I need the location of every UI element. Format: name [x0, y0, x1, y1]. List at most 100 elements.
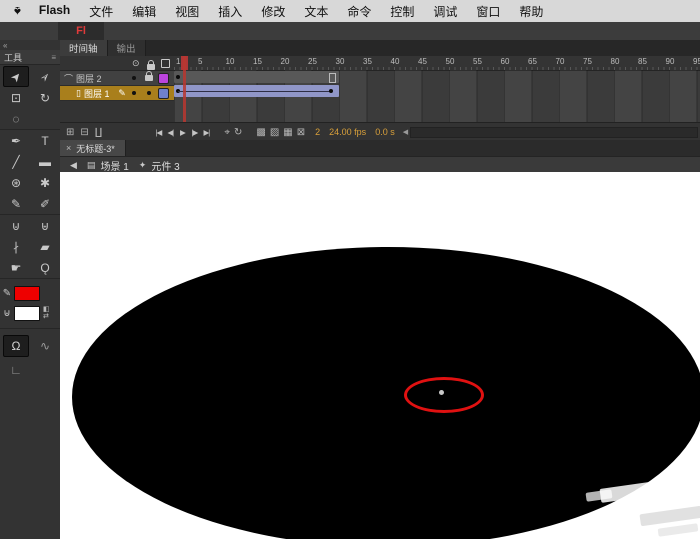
layer-row-图层 1[interactable]: ▯ 图层 1 ✎ [60, 86, 174, 101]
3d-rotation-tool[interactable]: ↻ [32, 87, 58, 108]
panel-menu-icon[interactable]: ≡ [51, 53, 56, 62]
menu-item-视图[interactable]: 视图 [175, 3, 199, 20]
play-button[interactable]: ▶ [176, 128, 188, 137]
smooth-option[interactable]: ∿ [32, 335, 58, 357]
spray-brush-tool[interactable]: ⊛ [3, 172, 29, 193]
layer-name[interactable]: 图层 2 [76, 72, 102, 85]
apple-icon[interactable]: ♠ [14, 4, 21, 19]
frame-counters: 2 24.00 fps 0.0 s [315, 127, 395, 137]
pen-tool[interactable]: ✒ [3, 130, 29, 151]
ink-bottle-tool[interactable]: ⊍ [3, 215, 29, 236]
ruler-frame-label: 10 [225, 57, 235, 66]
breadcrumb-scene[interactable]: 场景 1 [100, 158, 128, 173]
onion-skin-button[interactable]: ▩ [256, 127, 265, 138]
straighten-option[interactable]: ∟ [3, 359, 29, 381]
current-frame-value[interactable]: 2 [315, 127, 320, 137]
paint-bucket-tool[interactable]: ⊎ [32, 215, 58, 236]
3d-rotation-tool-icon: ↻ [39, 90, 51, 105]
menu-item-修改[interactable]: 修改 [261, 3, 285, 20]
subselection-tool-icon: ➢ [36, 68, 54, 85]
black-white-swatches[interactable]: ◧ [43, 306, 50, 313]
subselection-tool[interactable]: ➢ [32, 66, 58, 87]
pencil-tool[interactable]: ✎ [3, 193, 29, 214]
loop-playback-button[interactable]: ↻ [234, 127, 242, 138]
onion-skin-outlines-button[interactable]: ▨ [270, 127, 279, 138]
deco-tool[interactable]: ✱ [32, 172, 58, 193]
scrollbar-track[interactable] [410, 126, 698, 138]
edit-breadcrumb: ◀ ▤ 场景 1 ✦ 元件 3 [60, 156, 700, 173]
menu-item-窗口[interactable]: 窗口 [476, 3, 500, 20]
menu-item-帮助[interactable]: 帮助 [519, 3, 543, 20]
timeline-frames-area[interactable]: 1 5 10 15 20 25 30 35 40 45 50 55 60 65 70 75 80 85 90 95 [174, 56, 700, 122]
show-hide-all-layers-icon[interactable]: ⊙ [132, 58, 140, 69]
document-tab[interactable]: × 无标题-3* [60, 140, 126, 156]
stroke-color-swatch[interactable] [14, 285, 40, 301]
layer-lock-toggle[interactable] [143, 86, 155, 100]
breadcrumb-symbol[interactable]: 元件 3 [151, 158, 179, 173]
eraser-tool[interactable]: ▰ [32, 236, 58, 257]
fill-color-row: ⊎ ◧ ⇄ [0, 303, 60, 323]
menu-flash[interactable]: Flash [39, 3, 70, 20]
stage-canvas[interactable] [60, 172, 700, 539]
layer-visibility-toggle[interactable] [128, 86, 140, 100]
step-back-button[interactable]: ◀| [164, 128, 176, 137]
layer-row-图层 2[interactable]: ⌒ 图层 2 [60, 71, 174, 86]
menu-item-控制[interactable]: 控制 [390, 3, 414, 20]
new-folder-button[interactable]: ⊟ [80, 127, 88, 138]
free-transform-tool[interactable]: ⊡ [3, 87, 29, 108]
ruler-frame-label: 35 [363, 57, 372, 66]
spray-brush-tool-icon: ⊛ [10, 175, 22, 190]
modify-markers-button[interactable]: ⊠ [297, 127, 305, 138]
tab-时间轴[interactable]: 时间轴 [60, 40, 108, 56]
layer-outline-color-swatch[interactable] [157, 86, 169, 100]
flash-application-window: ♠ Flash 文件 编辑 视图 插入 修改 文本 命令 控制 调试 窗口 帮助 Fl « 工具 ≡ … [0, 0, 700, 539]
step-forward-button[interactable]: |▶ [188, 128, 200, 137]
ruler-frame-label: 70 [555, 57, 565, 66]
layer-name[interactable]: 图层 1 [84, 87, 110, 100]
edit-multiple-frames-button[interactable]: ▦ [283, 127, 292, 138]
line-tool[interactable]: ╱ [3, 151, 29, 172]
zoom-tool[interactable]: Ǫ [32, 257, 58, 278]
go-to-first-frame-button[interactable]: |◀ [152, 128, 164, 137]
lasso-tool[interactable]: ◌ [3, 108, 29, 129]
menu-item-编辑[interactable]: 编辑 [132, 3, 156, 20]
brush-tool[interactable]: ✐ [32, 193, 58, 214]
fill-color-swatch[interactable] [14, 305, 40, 321]
selected-red-ellipse-outline[interactable] [404, 377, 484, 413]
watermark [657, 523, 699, 537]
static-span[interactable] [174, 71, 339, 83]
hand-tool[interactable]: ☛ [3, 257, 29, 278]
document-title: 无标题-3* [76, 143, 115, 154]
back-arrow-icon[interactable]: ◀ [70, 160, 77, 171]
go-to-last-frame-button[interactable]: ▶| [200, 128, 212, 137]
delete-layer-button[interactable]: ∐ [95, 127, 103, 138]
snap-to-objects-option[interactable]: Ω [3, 335, 29, 357]
menu-item-文本[interactable]: 文本 [304, 3, 328, 20]
timeline-horizontal-scrollbar[interactable]: ◀ [403, 126, 698, 138]
layer-outline-color-swatch[interactable] [157, 71, 169, 85]
layer-lock-toggle[interactable] [143, 71, 155, 85]
center-frame-button[interactable]: ⌖ [224, 127, 230, 138]
menu-item-命令[interactable]: 命令 [347, 3, 371, 20]
text-tool[interactable]: T [32, 130, 58, 151]
layer-page-icon: ▯ [76, 87, 81, 98]
layer-visibility-toggle[interactable] [128, 71, 140, 85]
menu-item-文件[interactable]: 文件 [89, 3, 113, 20]
tab-输出[interactable]: 输出 [107, 40, 146, 56]
menu-item-插入[interactable]: 插入 [218, 3, 242, 20]
collapse-panel-icon[interactable]: « [3, 41, 7, 50]
menu-item-调试[interactable]: 调试 [433, 3, 457, 20]
pencil-tool-icon: ✎ [10, 196, 22, 211]
flash-logo-text: Fl [76, 25, 86, 37]
swap-colors[interactable]: ⇄ [43, 313, 50, 320]
show-all-layers-as-outlines-icon[interactable] [161, 59, 170, 70]
eyedropper-tool[interactable]: ∤ [3, 236, 29, 257]
scroll-left-arrow-icon[interactable]: ◀ [403, 128, 408, 136]
motion-tween-span[interactable] [174, 85, 339, 97]
rectangle-tool[interactable]: ▬ [32, 151, 58, 172]
frame-rate-value[interactable]: 24.00 fps [329, 127, 366, 137]
selection-tool[interactable]: ➤ [3, 66, 29, 87]
frame-ruler[interactable]: 1 5 10 15 20 25 30 35 40 45 50 55 60 65 70 75 80 85 90 95 [174, 56, 700, 71]
new-layer-button[interactable]: ⊞ [66, 127, 74, 138]
close-document-icon[interactable]: × [66, 143, 71, 153]
